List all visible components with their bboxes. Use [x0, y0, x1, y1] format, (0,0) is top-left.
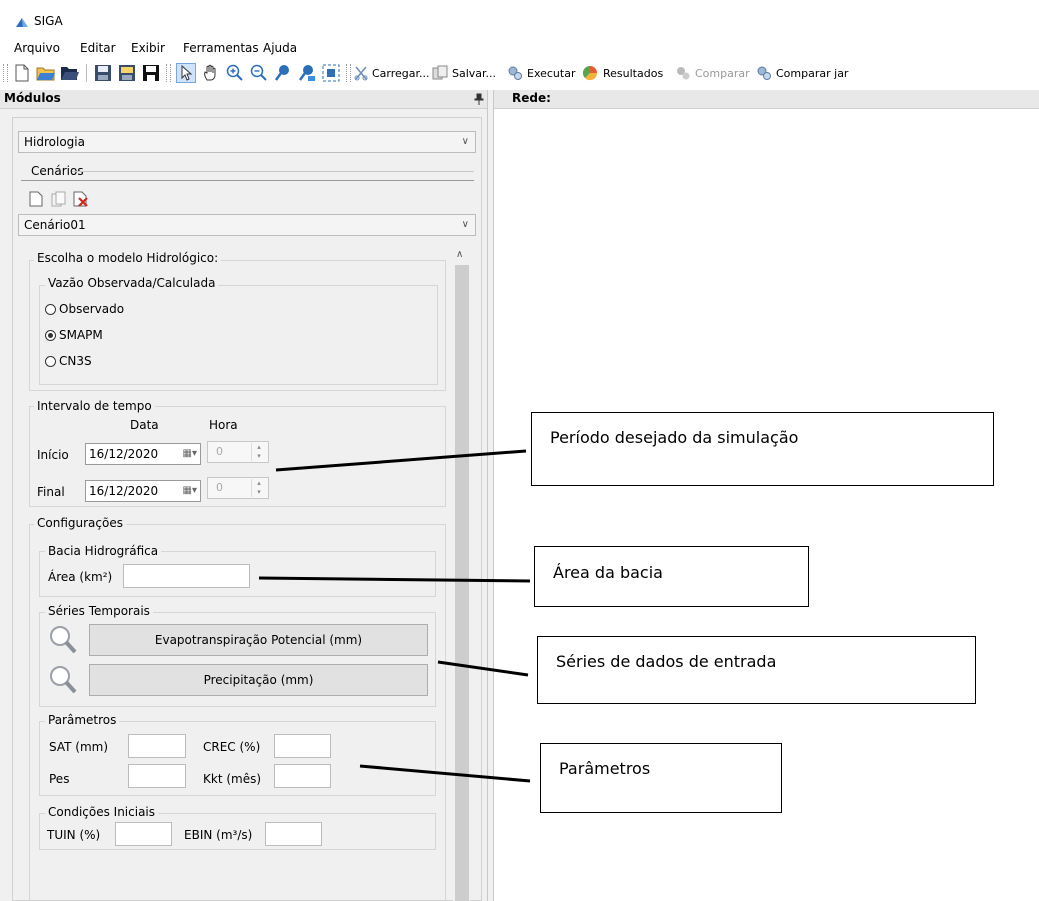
callout-series: Séries de dados de entrada: [537, 636, 976, 704]
callout-area: Área da bacia: [534, 546, 809, 607]
callout-parametros-text: Parâmetros: [559, 759, 651, 778]
callout-parametros: Parâmetros: [540, 743, 782, 813]
callout-area-text: Área da bacia: [553, 563, 663, 582]
callout-periodo: Período desejado da simulação: [531, 412, 994, 486]
callout-series-text: Séries de dados de entrada: [556, 652, 777, 671]
callout-periodo-text: Período desejado da simulação: [550, 428, 799, 447]
